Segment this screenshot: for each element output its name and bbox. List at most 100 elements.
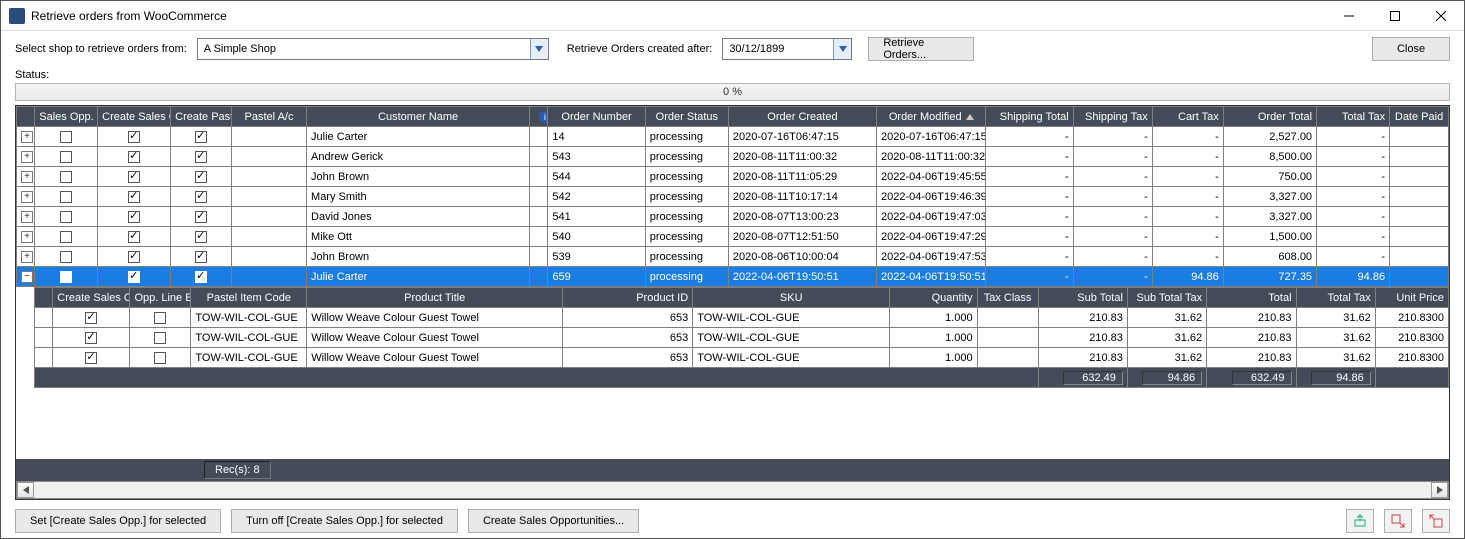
col-order-number[interactable]: Order Number bbox=[548, 107, 645, 127]
date-picker[interactable]: 30/12/1899 bbox=[722, 38, 852, 60]
set-create-sales-opp-button[interactable]: Set [Create Sales Opp.] for selected bbox=[15, 509, 221, 533]
progressbar: 0 % bbox=[15, 83, 1450, 101]
col-order-total[interactable]: Order Total bbox=[1223, 107, 1316, 127]
grid-footer: Rec(s): 8 bbox=[16, 459, 1449, 481]
col-quantity[interactable]: Quantity bbox=[890, 288, 977, 308]
col-pastel-ac[interactable]: Pastel A/c bbox=[231, 107, 306, 127]
col-create-sales-opp[interactable]: Create Sales Opp. bbox=[98, 107, 171, 127]
expand-icon[interactable]: + bbox=[21, 171, 33, 183]
checkbox[interactable] bbox=[195, 191, 207, 203]
expand-icon[interactable]: + bbox=[21, 151, 33, 163]
retrieve-orders-button[interactable]: Retrieve Orders... bbox=[868, 37, 974, 61]
col-total-tax[interactable]: Total Tax bbox=[1317, 107, 1390, 127]
col-order-modified[interactable]: Order Modified bbox=[876, 107, 986, 127]
expand-icon[interactable]: + bbox=[21, 131, 33, 143]
close-window-button[interactable] bbox=[1418, 1, 1464, 31]
checkbox[interactable] bbox=[154, 352, 166, 364]
line-row[interactable]: TOW-WIL-COL-GUEWillow Weave Colour Guest… bbox=[35, 348, 1449, 368]
table-row[interactable]: +Mary Smith542processing2020-08-11T10:17… bbox=[17, 187, 1449, 207]
col-date-paid[interactable]: Date Paid bbox=[1390, 107, 1449, 127]
horizontal-scrollbar[interactable] bbox=[16, 481, 1449, 499]
col-tax-class[interactable]: Tax Class bbox=[977, 288, 1038, 308]
table-row[interactable]: +Mike Ott540processing2020-08-07T12:51:5… bbox=[17, 227, 1449, 247]
export-icon[interactable] bbox=[1346, 509, 1374, 533]
checkbox[interactable] bbox=[60, 271, 72, 283]
minimize-button[interactable] bbox=[1326, 1, 1372, 31]
table-row[interactable]: +John Brown544processing2020-08-11T11:05… bbox=[17, 167, 1449, 187]
col-line-opp-exists[interactable]: Opp. Line Exists bbox=[130, 288, 191, 308]
checkbox[interactable] bbox=[60, 231, 72, 243]
col-total[interactable]: Total bbox=[1207, 288, 1296, 308]
checkbox[interactable] bbox=[85, 332, 97, 344]
checkbox[interactable] bbox=[60, 251, 72, 263]
checkbox[interactable] bbox=[85, 352, 97, 364]
maximize-button[interactable] bbox=[1372, 1, 1418, 31]
checkbox[interactable] bbox=[128, 151, 140, 163]
checkbox[interactable] bbox=[128, 271, 140, 283]
col-product-id[interactable]: Product ID bbox=[563, 288, 693, 308]
expand-icon[interactable]: + bbox=[21, 231, 33, 243]
checkbox[interactable] bbox=[128, 131, 140, 143]
col-cart-tax[interactable]: Cart Tax bbox=[1152, 107, 1223, 127]
checkbox[interactable] bbox=[128, 191, 140, 203]
app-icon bbox=[9, 8, 25, 24]
checkbox[interactable] bbox=[60, 171, 72, 183]
table-row[interactable]: −Julie Carter659processing2022-04-06T19:… bbox=[17, 267, 1449, 287]
col-shipping-total[interactable]: Shipping Total bbox=[986, 107, 1073, 127]
expand-icon[interactable]: + bbox=[21, 211, 33, 223]
checkbox[interactable] bbox=[195, 211, 207, 223]
sort-asc-icon bbox=[966, 114, 974, 120]
col-total-tax[interactable]: Total Tax bbox=[1296, 288, 1375, 308]
scroll-left-button[interactable] bbox=[17, 482, 34, 498]
close-button[interactable]: Close bbox=[1372, 37, 1450, 61]
checkbox[interactable] bbox=[128, 251, 140, 263]
col-unit-price[interactable]: Unit Price bbox=[1375, 288, 1448, 308]
record-count: Rec(s): 8 bbox=[204, 461, 271, 479]
col-order-status[interactable]: Order Status bbox=[645, 107, 728, 127]
col-customer-icon[interactable]: i bbox=[530, 107, 548, 127]
col-sales-opp-exists[interactable]: Sales Opp. Exists bbox=[35, 107, 98, 127]
table-row[interactable]: +Andrew Gerick543processing2020-08-11T11… bbox=[17, 147, 1449, 167]
checkbox[interactable] bbox=[60, 131, 72, 143]
col-sub-total[interactable]: Sub Total bbox=[1038, 288, 1127, 308]
checkbox[interactable] bbox=[195, 171, 207, 183]
grid-import-icon[interactable] bbox=[1422, 509, 1450, 533]
col-product-title[interactable]: Product Title bbox=[307, 288, 563, 308]
grid-export-icon[interactable] bbox=[1384, 509, 1412, 533]
col-line-create-opp[interactable]: Create Sales Opp. bbox=[53, 288, 130, 308]
checkbox[interactable] bbox=[128, 211, 140, 223]
col-customer-name[interactable]: Customer Name bbox=[307, 107, 530, 127]
table-row[interactable]: +David Jones541processing2020-08-07T13:0… bbox=[17, 207, 1449, 227]
line-row[interactable]: TOW-WIL-COL-GUEWillow Weave Colour Guest… bbox=[35, 308, 1449, 328]
checkbox[interactable] bbox=[154, 332, 166, 344]
turn-off-create-sales-opp-button[interactable]: Turn off [Create Sales Opp.] for selecte… bbox=[231, 509, 458, 533]
checkbox[interactable] bbox=[195, 151, 207, 163]
checkbox[interactable] bbox=[195, 251, 207, 263]
expand-icon[interactable]: + bbox=[21, 251, 33, 263]
col-expander[interactable] bbox=[17, 107, 35, 127]
create-sales-opportunities-button[interactable]: Create Sales Opportunities... bbox=[468, 509, 639, 533]
col-sub-total-tax[interactable]: Sub Total Tax bbox=[1127, 288, 1206, 308]
expand-icon[interactable]: + bbox=[21, 191, 33, 203]
table-row[interactable]: +John Brown539processing2020-08-06T10:00… bbox=[17, 247, 1449, 267]
checkbox[interactable] bbox=[195, 231, 207, 243]
checkbox[interactable] bbox=[85, 312, 97, 324]
col-create-pastel-ac[interactable]: Create Pastel A/c bbox=[171, 107, 232, 127]
checkbox[interactable] bbox=[154, 312, 166, 324]
scroll-right-button[interactable] bbox=[1431, 482, 1448, 498]
checkbox[interactable] bbox=[128, 231, 140, 243]
checkbox[interactable] bbox=[60, 211, 72, 223]
shop-select[interactable]: A Simple Shop bbox=[197, 38, 549, 60]
checkbox[interactable] bbox=[60, 191, 72, 203]
col-order-created[interactable]: Order Created bbox=[728, 107, 876, 127]
col-sku[interactable]: SKU bbox=[693, 288, 890, 308]
col-pastel-item-code[interactable]: Pastel Item Code bbox=[191, 288, 307, 308]
checkbox[interactable] bbox=[195, 131, 207, 143]
checkbox[interactable] bbox=[128, 171, 140, 183]
checkbox[interactable] bbox=[195, 271, 207, 283]
table-row[interactable]: +Julie Carter14processing2020-07-16T06:4… bbox=[17, 127, 1449, 147]
line-row[interactable]: TOW-WIL-COL-GUEWillow Weave Colour Guest… bbox=[35, 328, 1449, 348]
col-shipping-tax[interactable]: Shipping Tax bbox=[1073, 107, 1152, 127]
collapse-icon[interactable]: − bbox=[21, 271, 33, 283]
checkbox[interactable] bbox=[60, 151, 72, 163]
